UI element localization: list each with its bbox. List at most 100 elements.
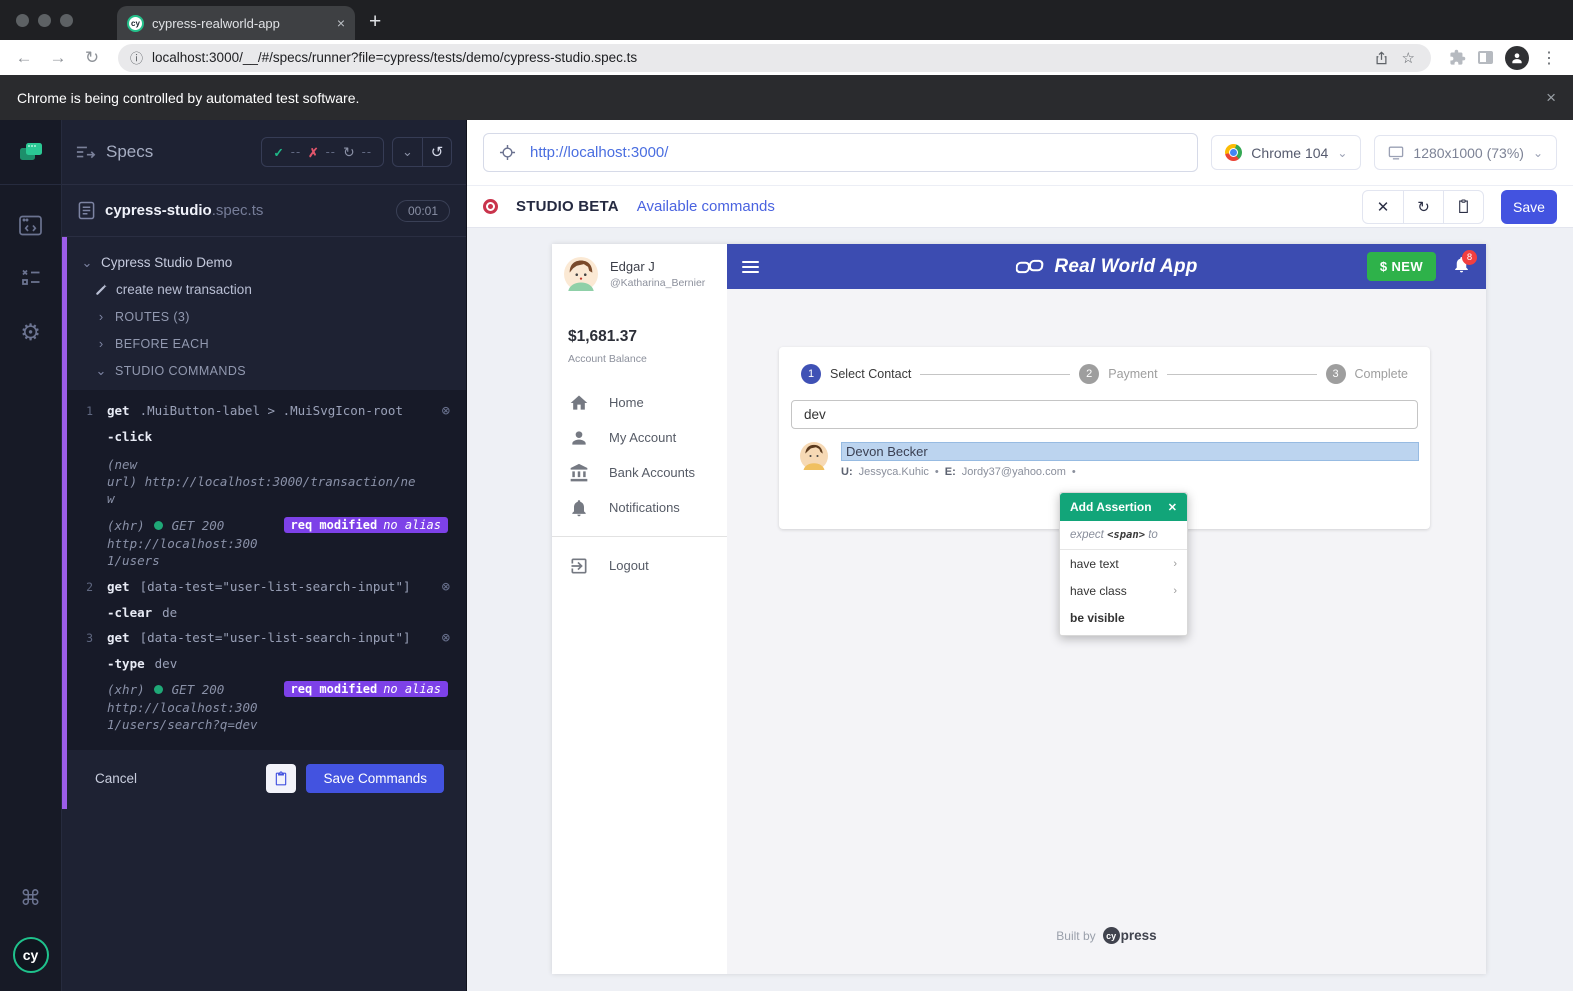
hamburger-menu-icon[interactable] — [742, 260, 759, 273]
browser-selector[interactable]: Chrome 104 ⌄ — [1211, 135, 1362, 170]
command-row[interactable]: 3 get [data-test="user-list-search-input… — [67, 625, 458, 651]
command-row[interactable]: 1 get .MuiButton-label > .MuiSvgIcon-roo… — [67, 398, 458, 424]
nav-item-my-account[interactable]: My Account — [552, 420, 727, 455]
zoom-window-button[interactable] — [60, 14, 73, 27]
cancel-button[interactable]: Cancel — [95, 771, 137, 786]
app-main: Real World App $ NEW 8 1 Select Contact … — [727, 244, 1486, 974]
reload-button[interactable]: ↻ — [78, 48, 106, 68]
studio-commands-label: STUDIO COMMANDS — [115, 363, 246, 378]
assertion-option-have-text[interactable]: have text › — [1060, 550, 1187, 577]
test-row[interactable]: create new transaction — [81, 276, 456, 303]
studio-close-button[interactable]: ✕ — [1363, 191, 1403, 223]
specs-browser-icon[interactable] — [18, 215, 43, 237]
reporter-empty-area — [62, 809, 466, 991]
suite-row[interactable]: ⌄ Cypress Studio Demo — [81, 249, 456, 276]
command-name: get — [107, 403, 130, 418]
banner-close-icon[interactable]: × — [1546, 88, 1556, 108]
studio-copy-button[interactable] — [1443, 190, 1483, 223]
step-label: Select Contact — [830, 367, 912, 381]
nav-item-logout[interactable]: Logout — [552, 548, 727, 583]
side-panel-icon[interactable] — [1478, 51, 1493, 64]
before-each-section-row[interactable]: › BEFORE EACH — [81, 330, 456, 357]
runner-url-bar: Chrome 104 ⌄ 1280x1000 (73%) ⌄ — [467, 120, 1573, 185]
email-label: E: — [944, 466, 956, 478]
studio-commands-section-row[interactable]: ⌄ STUDIO COMMANDS — [81, 357, 456, 384]
close-window-button[interactable] — [16, 14, 29, 27]
rerun-tests-icon[interactable]: ↺ — [422, 138, 451, 166]
copy-commands-button[interactable] — [266, 764, 297, 793]
runner-main: Chrome 104 ⌄ 1280x1000 (73%) ⌄ STUDIO BE… — [467, 120, 1573, 991]
studio-restart-button[interactable]: ↻ — [1403, 190, 1443, 223]
cypress-logo-icon[interactable]: cy — [12, 937, 49, 973]
new-transaction-button[interactable]: $ NEW — [1366, 252, 1436, 281]
nav-item-bank-accounts[interactable]: Bank Accounts — [552, 455, 727, 490]
delete-command-icon[interactable]: ⊗ — [438, 579, 450, 595]
studio-wand-icon — [96, 284, 107, 295]
cypress-wordmark: press — [1120, 928, 1157, 943]
viewport-selector[interactable]: 1280x1000 (73%) ⌄ — [1374, 135, 1557, 170]
assertion-option-label: be visible — [1070, 611, 1125, 625]
routes-section-row[interactable]: › ROUTES (3) — [81, 303, 456, 330]
command-action: -clear — [107, 605, 153, 620]
window-controls[interactable] — [0, 14, 87, 40]
back-button[interactable]: ← — [10, 48, 38, 68]
assertion-option-have-class[interactable]: have class › — [1060, 577, 1187, 604]
clipboard-icon — [1459, 199, 1468, 213]
browser-tab[interactable]: cy cypress-realworld-app × — [117, 6, 355, 40]
settings-gear-icon[interactable]: ⚙ — [20, 319, 41, 346]
studio-save-button[interactable]: Save — [1501, 189, 1557, 224]
step-payment: 2 Payment — [1079, 364, 1158, 384]
assertion-popup-header: Add Assertion ✕ — [1060, 493, 1187, 521]
step-number: 3 — [1325, 364, 1346, 384]
assertion-option-be-visible[interactable]: be visible — [1060, 604, 1187, 635]
bullet-separator: • — [934, 466, 939, 478]
assertion-option-label: have class — [1070, 584, 1127, 598]
command-action-row[interactable]: -click — [67, 424, 458, 449]
page-info-icon[interactable]: ⓘ — [130, 48, 143, 67]
rwa-logo-icon — [1015, 259, 1043, 274]
bank-icon — [570, 463, 588, 481]
aut-url-input[interactable] — [530, 144, 1184, 161]
studio-commands-chevron-icon: ⌄ — [95, 362, 107, 378]
share-icon[interactable] — [1374, 50, 1389, 66]
step-label: Complete — [1354, 367, 1409, 381]
command-row[interactable]: 2 get [data-test="user-list-search-input… — [67, 574, 458, 600]
collapse-chevron-icon[interactable]: ⌄ — [393, 138, 422, 166]
passed-check-icon: ✓ — [273, 145, 284, 160]
user-list-search-input[interactable] — [791, 400, 1418, 429]
assertion-close-icon[interactable]: ✕ — [1168, 501, 1177, 514]
command-action-row[interactable]: -type dev — [67, 651, 458, 676]
spec-name: cypress-studio — [105, 202, 212, 219]
omnibox-url[interactable]: localhost:3000/__/#/specs/runner?file=cy… — [152, 50, 1365, 65]
badge-text: req modified — [290, 518, 378, 532]
keyboard-shortcuts-icon[interactable]: ⌘ — [20, 886, 41, 911]
cypress-app-icon[interactable] — [0, 120, 61, 185]
save-commands-button[interactable]: Save Commands — [306, 764, 444, 793]
spec-file-row[interactable]: cypress-studio .spec.ts 00:01 — [62, 185, 466, 237]
nav-item-home[interactable]: Home — [552, 385, 727, 420]
command-action-row[interactable]: -clear de — [67, 600, 458, 625]
minimize-window-button[interactable] — [38, 14, 51, 27]
specs-panel: Specs ✓ -- ✗ -- ↻ -- ⌄ ↺ cypress-studio … — [62, 120, 467, 991]
xhr-label: (xhr) — [107, 517, 145, 533]
omnibox[interactable]: ⓘ localhost:3000/__/#/specs/runner?file=… — [118, 43, 1431, 72]
selector-playground-icon[interactable] — [498, 143, 517, 162]
runs-list-icon[interactable] — [19, 267, 43, 289]
delete-command-icon[interactable]: ⊗ — [438, 630, 450, 646]
profile-avatar[interactable] — [1505, 45, 1529, 70]
delete-command-icon[interactable]: ⊗ — [438, 403, 450, 419]
home-icon — [570, 395, 588, 410]
bookmark-star-icon[interactable]: ☆ — [1398, 49, 1419, 67]
notifications-bell[interactable]: 8 — [1452, 249, 1477, 279]
contact-name-highlighted[interactable]: Devon Becker — [841, 442, 1419, 461]
contact-list-item[interactable]: Devon Becker U: Jessyca.Kuhic • E: Jordy… — [779, 429, 1430, 478]
new-tab-button[interactable]: + — [355, 10, 395, 40]
browser-menu-icon[interactable]: ⋮ — [1541, 48, 1557, 68]
available-commands-link[interactable]: Available commands — [637, 198, 775, 215]
forward-button[interactable]: → — [44, 48, 72, 68]
contact-username: Jessyca.Kuhic — [858, 466, 929, 478]
tab-close-icon[interactable]: × — [337, 15, 345, 31]
nav-item-notifications[interactable]: Notifications — [552, 490, 727, 525]
extensions-icon[interactable] — [1449, 49, 1466, 66]
aut-url-field[interactable] — [483, 133, 1199, 172]
